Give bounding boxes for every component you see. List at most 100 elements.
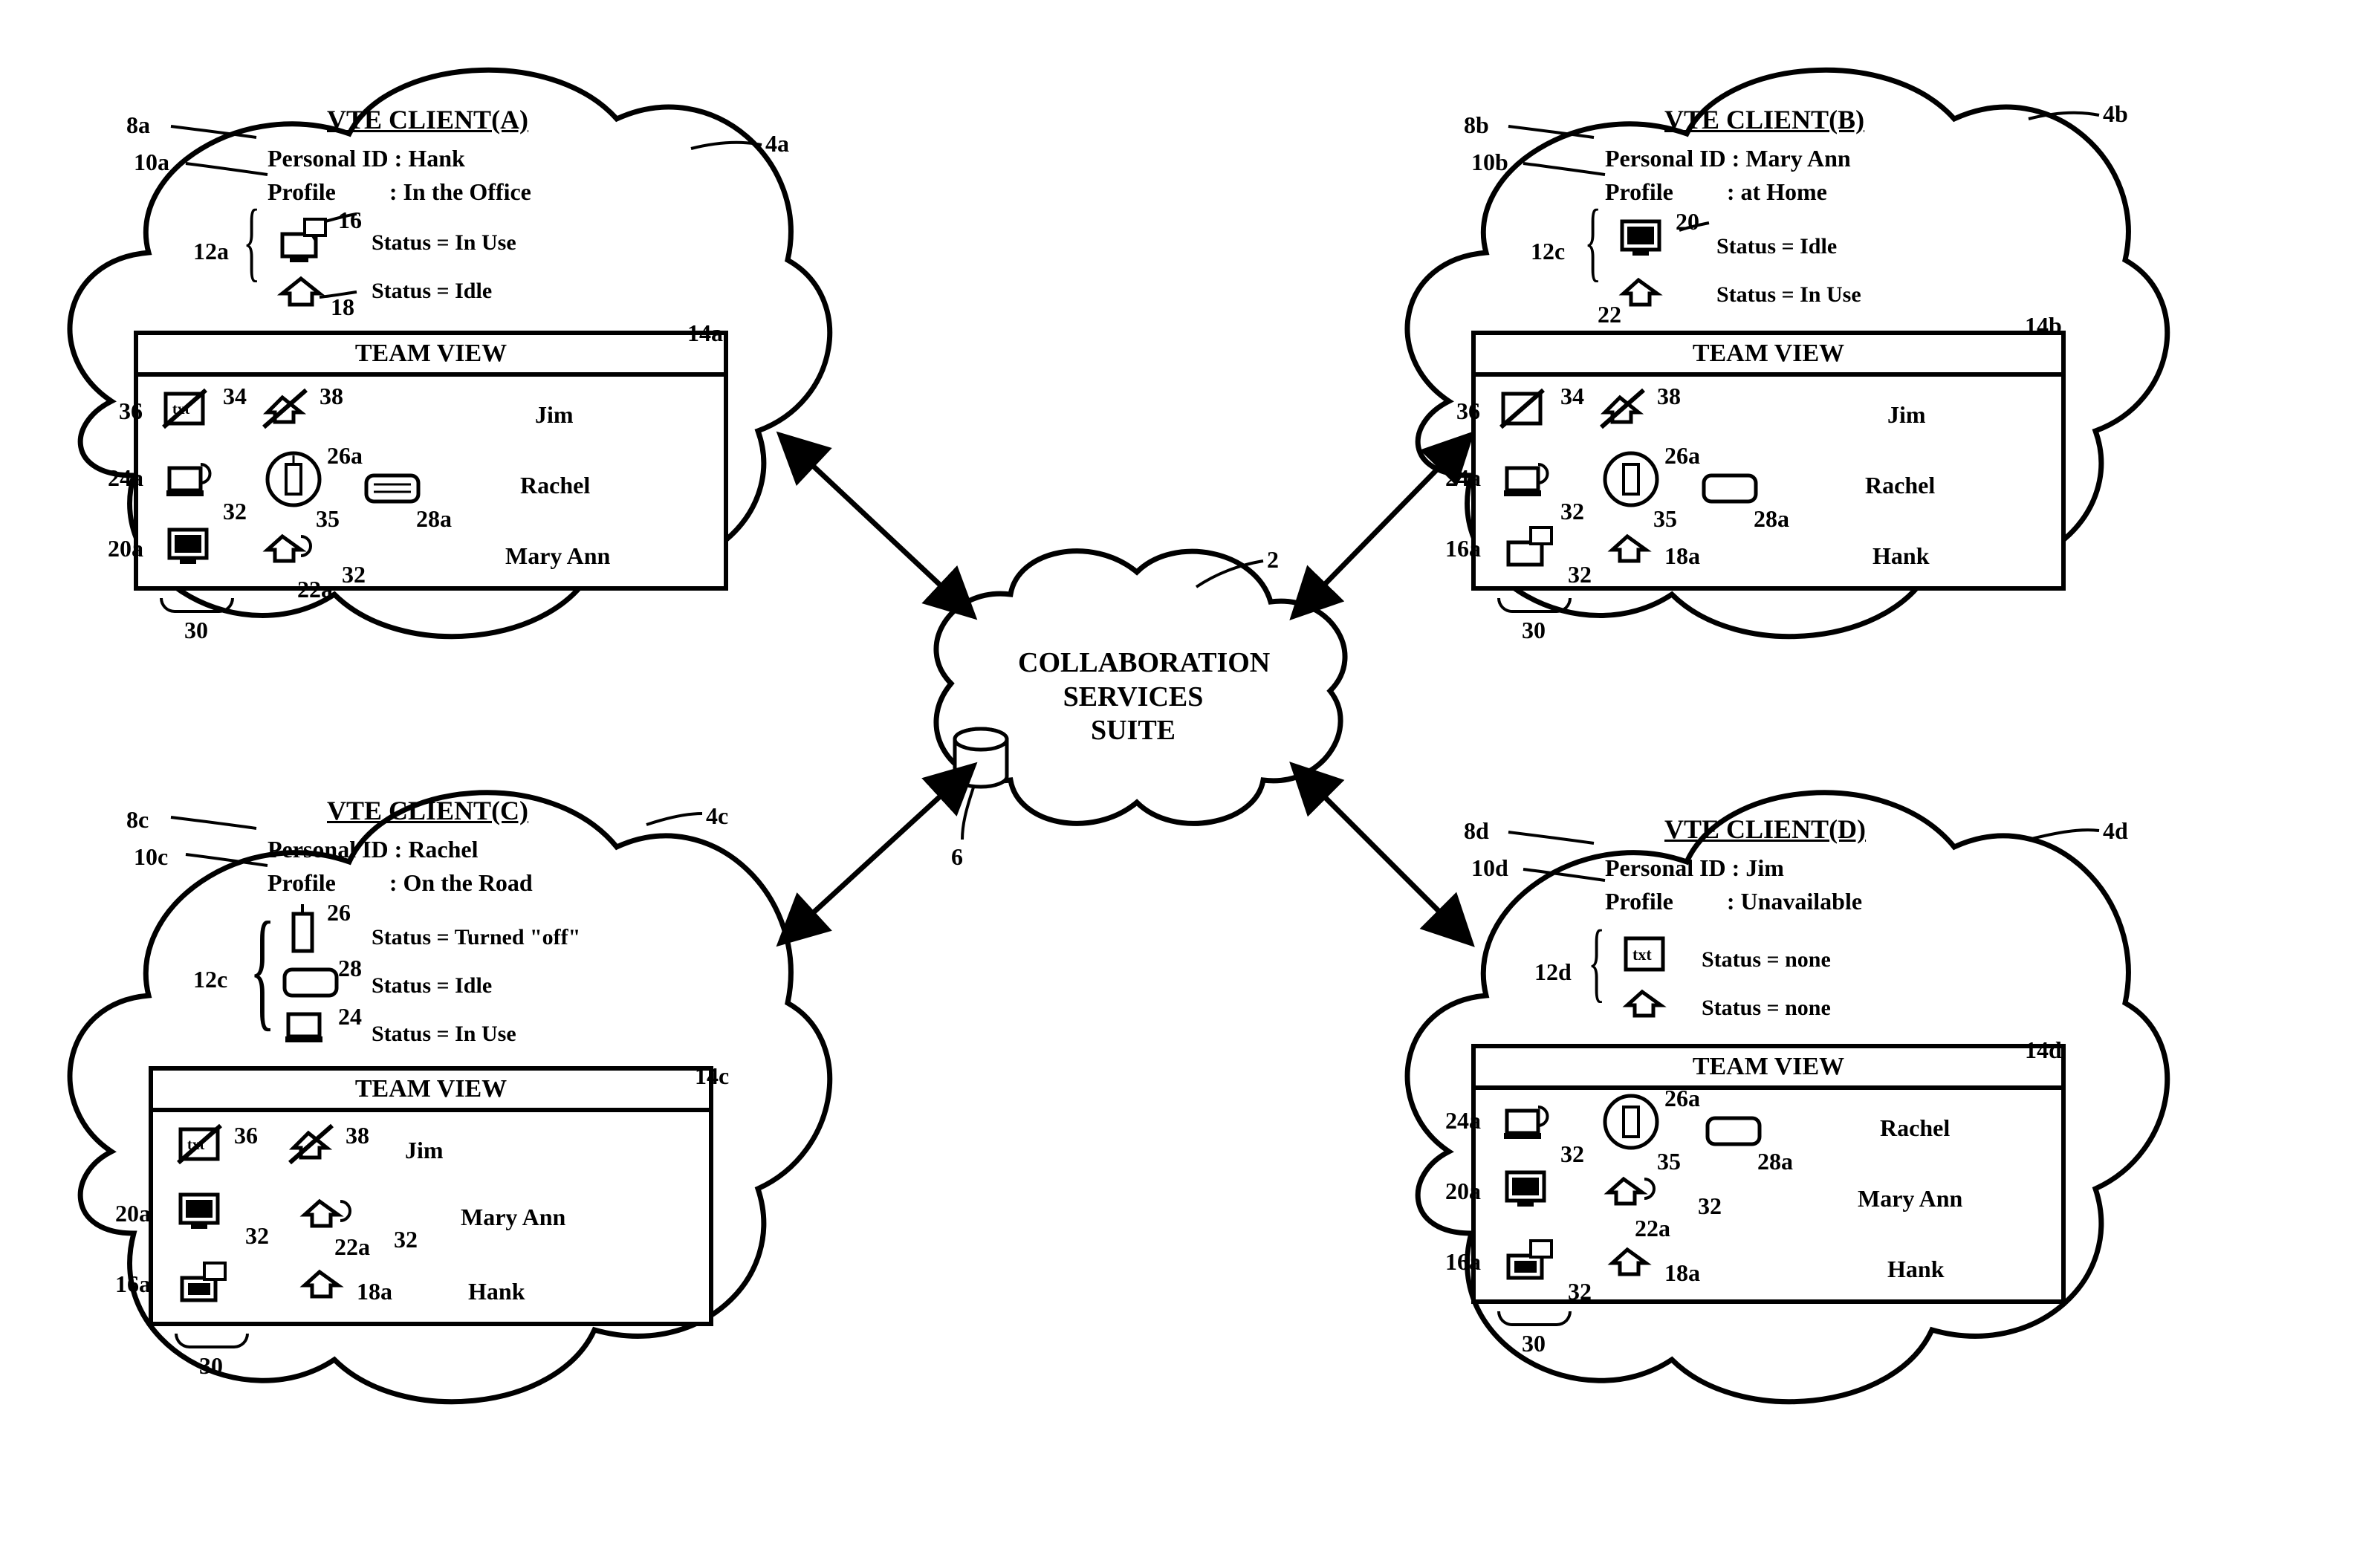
- icon-deskphone-c2: [297, 1263, 357, 1308]
- teamview-a: TEAM VIEW: [134, 331, 728, 591]
- ref-24a-a: 24a: [108, 464, 143, 492]
- tv-c-row1-name: Jim: [405, 1137, 444, 1164]
- ref-14a: 14a: [687, 319, 723, 347]
- client-d-title: VTE CLIENT(D): [1664, 814, 1866, 845]
- tv-c-row2-name: Mary Ann: [461, 1204, 565, 1231]
- icon-monitor-a: [163, 524, 219, 576]
- ref-12c-b: 12c: [1531, 238, 1565, 265]
- ref-4d: 4d: [2103, 817, 2128, 845]
- ref-32-c2: 32: [394, 1226, 418, 1253]
- ref-32-c1: 32: [245, 1222, 269, 1250]
- ref-12c-c: 12c: [193, 966, 227, 993]
- ubrace-c: [175, 1334, 249, 1348]
- b-profile: Profile : at Home: [1605, 178, 1827, 206]
- ref-28a-d: 28a: [1757, 1148, 1793, 1175]
- icon-pager-c: [279, 962, 346, 1003]
- icon-phone-crossed: [260, 386, 320, 435]
- ref-32-d2: 32: [1698, 1192, 1722, 1220]
- ref-14c: 14c: [695, 1062, 729, 1090]
- icon-phone-crossed-c: [286, 1122, 346, 1170]
- a-dev1-status: Status = In Use: [372, 230, 516, 256]
- ref-32-d1: 32: [1560, 1140, 1584, 1168]
- ref-8a: 8a: [126, 111, 150, 139]
- ref-4a: 4a: [765, 130, 789, 158]
- d-profile: Profile : Unavailable: [1605, 888, 1862, 915]
- icon-pager-b: [1698, 468, 1765, 509]
- ref-10b: 10b: [1471, 149, 1508, 176]
- teamview-b: TEAM VIEW: [1471, 331, 2066, 591]
- ref-38-a: 38: [320, 383, 343, 410]
- ref-10a: 10a: [134, 149, 169, 176]
- ref-10d: 10d: [1471, 854, 1508, 882]
- ubrace-b: [1497, 598, 1572, 613]
- d-id: Personal ID : Jim: [1605, 854, 1784, 882]
- icon-deskphone-d2: [1605, 1241, 1664, 1285]
- b-dev2-status: Status = In Use: [1716, 282, 1861, 308]
- client-a-title: VTE CLIENT(A): [327, 104, 528, 135]
- svg-text:txt: txt: [1632, 945, 1652, 964]
- a-dev2-status: Status = Idle: [372, 279, 492, 304]
- icon-txt-crossed-b: [1497, 386, 1549, 435]
- icon-phone-crossed-b: [1598, 386, 1657, 435]
- brace-b: {: [1584, 189, 1601, 292]
- icon-phone-a: [275, 271, 334, 316]
- ref-20a-d: 20a: [1445, 1178, 1481, 1205]
- ref-16a-b: 16a: [1445, 535, 1481, 562]
- c-id: Personal ID : Rachel: [267, 836, 479, 863]
- icon-pager-a: [360, 468, 427, 509]
- ref-28a-a: 28a: [416, 505, 452, 533]
- icon-cell-circ-b: [1601, 449, 1661, 509]
- a-id: Personal ID : Hank: [267, 145, 465, 172]
- icon-txt-crossed-c: txt: [175, 1122, 227, 1170]
- b-dev1-status: Status = Idle: [1716, 234, 1837, 259]
- icon-pc-cam-d: [1501, 1237, 1560, 1289]
- tv-a-row2-name: Rachel: [520, 472, 590, 499]
- tv-b-row3-name: Hank: [1872, 542, 1929, 570]
- c-dev2-status: Status = Idle: [372, 973, 492, 999]
- icon-laptop-headset-b: [1501, 453, 1560, 509]
- icon-laptop-c: [282, 1007, 338, 1055]
- ref-34-a: 34: [223, 383, 247, 410]
- ref-16a-c: 16a: [115, 1270, 151, 1298]
- icon-laptop-headset-a: [163, 453, 223, 509]
- center-label-text: COLLABORATIONSERVICES SUITE: [1018, 647, 1270, 746]
- ref-8b: 8b: [1464, 111, 1489, 139]
- tv-b-row1-name: Jim: [1887, 401, 1926, 429]
- c-profile: Profile : On the Road: [267, 869, 533, 897]
- tv-a-header: TEAM VIEW: [138, 335, 724, 377]
- ref-24: 24: [338, 1003, 362, 1030]
- ref-18a-b: 18a: [1664, 542, 1700, 570]
- ref-28a-b: 28a: [1754, 505, 1789, 533]
- icon-pc-cam-c: [175, 1259, 234, 1311]
- c-dev3-status: Status = In Use: [372, 1022, 516, 1047]
- ubrace-a: [160, 598, 234, 613]
- ubrace-d: [1497, 1311, 1572, 1326]
- ref-30-b: 30: [1522, 617, 1546, 644]
- client-b-title: VTE CLIENT(B): [1664, 104, 1864, 135]
- tv-b-row2-name: Rachel: [1865, 472, 1935, 499]
- ref-32-b2: 32: [1568, 561, 1592, 588]
- ref-18a-c: 18a: [357, 1278, 392, 1305]
- ref-26a-d: 26a: [1664, 1085, 1700, 1112]
- ref-32-a2: 32: [342, 561, 366, 588]
- tv-c-row3-name: Hank: [468, 1278, 525, 1305]
- ref-38-c: 38: [346, 1122, 369, 1149]
- a-profile: Profile : In the Office: [267, 178, 531, 206]
- center-label: COLLABORATIONSERVICES SUITE: [1018, 646, 1248, 748]
- icon-cell-circ-d: [1601, 1092, 1661, 1152]
- ref-26a-b: 26a: [1664, 442, 1700, 470]
- ref-14b: 14b: [2025, 312, 2062, 340]
- icon-monitor-b: [1616, 215, 1676, 267]
- ref-12a: 12a: [193, 238, 229, 265]
- ref-14d: 14d: [2025, 1036, 2062, 1064]
- ref-16a-d: 16a: [1445, 1248, 1481, 1276]
- ref-18a-d: 18a: [1664, 1259, 1700, 1287]
- icon-cell-c: [282, 903, 327, 958]
- ref-22a-a: 22a: [297, 576, 333, 603]
- tv-d-row2-name: Mary Ann: [1858, 1185, 1962, 1212]
- ref-18: 18: [331, 293, 354, 321]
- icon-pager-d: [1702, 1111, 1768, 1152]
- tv-d-row1-name: Rachel: [1880, 1114, 1950, 1142]
- ref-24a-d: 24a: [1445, 1107, 1481, 1134]
- brace-d: {: [1588, 910, 1605, 1013]
